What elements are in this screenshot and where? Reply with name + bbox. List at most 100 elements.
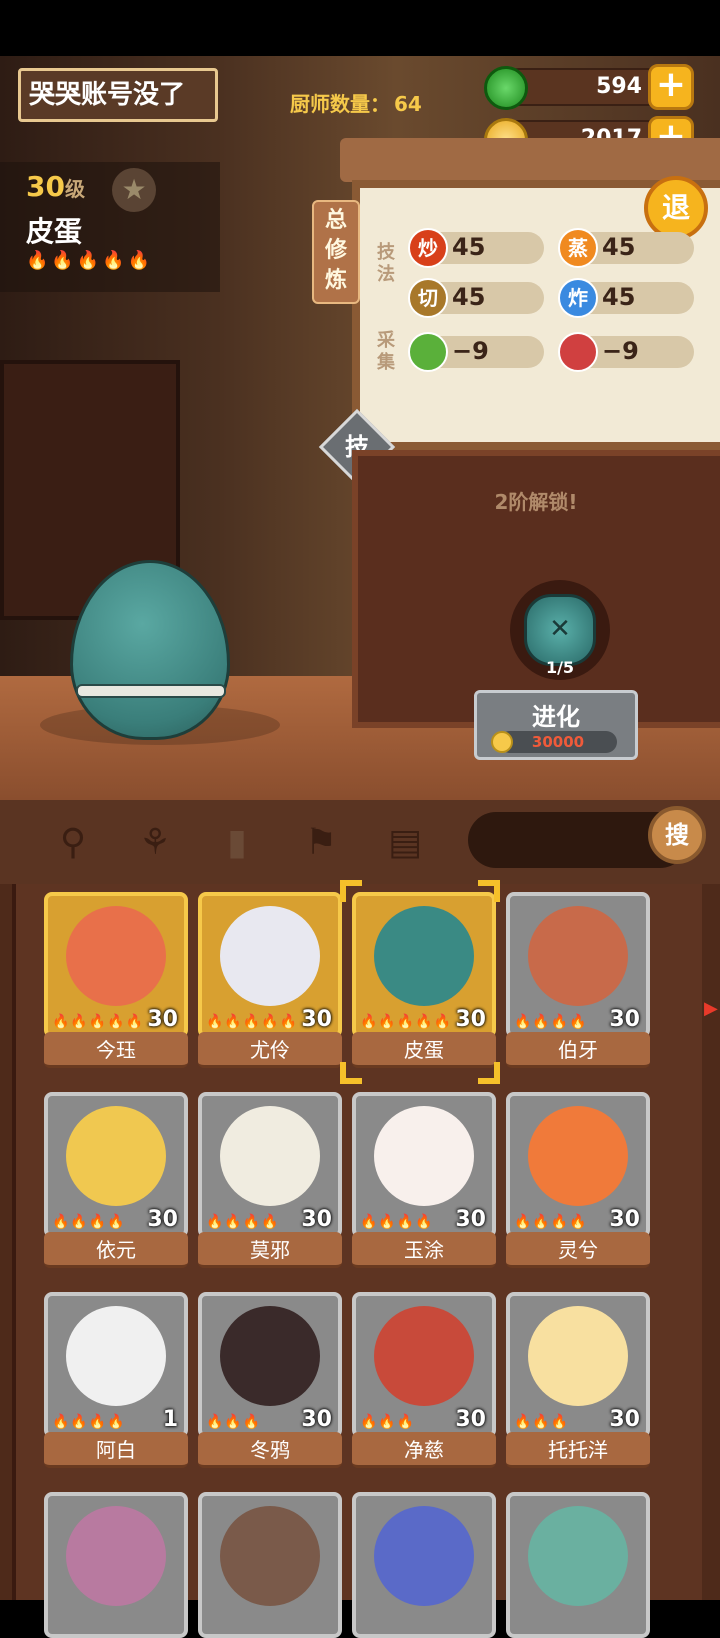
chef-card-flames: 🔥🔥🔥🔥 [206, 1214, 280, 1230]
chef-portrait [220, 1106, 320, 1206]
chef-count-value: 64 [394, 92, 422, 116]
chef-card-flames: 🔥🔥🔥🔥 [514, 1014, 588, 1030]
chef-card[interactable]: 🔥🔥🔥🔥 30 [506, 1092, 650, 1238]
gather-meat: −9 [558, 332, 694, 372]
add-jade-button[interactable]: + [648, 64, 694, 110]
deep-fry-icon: 炸 [558, 278, 598, 318]
jade-resource-bar: 594 + [484, 64, 694, 110]
chef-card-flames: 🔥🔥🔥 [360, 1414, 416, 1430]
chef-card-flames: 🔥🔥🔥🔥 [360, 1214, 434, 1230]
chef-card-flames: 🔥🔥🔥 [514, 1414, 570, 1430]
spatula-icon[interactable]: ⚘ [130, 818, 180, 868]
chef-portrait [66, 1106, 166, 1206]
coin-icon [491, 731, 513, 753]
chef-portrait [528, 1106, 628, 1206]
chef-card[interactable] [352, 1492, 496, 1638]
chef-card[interactable]: 🔥🔥🔥🔥 30 [506, 892, 650, 1038]
chef-card-level: 30 [609, 1207, 640, 1232]
chef-portrait [66, 1306, 166, 1406]
evolve-cost: 30000 [491, 731, 617, 753]
chef-rope-band [76, 684, 226, 698]
chef-card[interactable]: 🔥🔥🔥 30 [352, 1292, 496, 1438]
skill-steam: 蒸 45 [558, 228, 694, 268]
selection-corner [478, 1062, 500, 1084]
total-training-label: 总修炼 [324, 208, 347, 293]
chef-card[interactable]: 🔥🔥🔥🔥 30 [352, 1092, 496, 1238]
chef-portrait [220, 906, 320, 1006]
chef-portrait [374, 1106, 474, 1206]
evolve-label: 进化 [532, 703, 580, 731]
chef-card-level: 30 [455, 1007, 486, 1032]
chef-portrait [66, 1506, 166, 1606]
skill-stir-fry: 炒 45 [408, 228, 544, 268]
chef-card-name[interactable]: 今珏 [44, 1032, 188, 1068]
chef-level-unit: 级 [64, 177, 85, 201]
status-bar [0, 0, 720, 56]
chef-card-flames: 🔥🔥🔥 [206, 1414, 262, 1430]
map-icon[interactable]: ▤ [380, 818, 430, 868]
chef-card[interactable] [44, 1492, 188, 1638]
chef-card-name[interactable]: 依元 [44, 1232, 188, 1268]
chef-card-flames: 🔥🔥🔥🔥🔥 [360, 1014, 453, 1030]
account-name: 哭哭账号没了 [29, 80, 186, 110]
chef-card-name[interactable]: 冬鸦 [198, 1432, 342, 1468]
chef-portrait [220, 1306, 320, 1406]
jade-value: 594 [596, 74, 642, 99]
skill-value: 45 [602, 283, 636, 311]
gather-value: −9 [602, 337, 639, 365]
chef-rarity-flames: 🔥🔥🔥🔥🔥 [26, 250, 154, 271]
chef-level-value: 30 [26, 170, 65, 203]
chef-card-name[interactable]: 玉涂 [352, 1232, 496, 1268]
pot-icon[interactable]: ⚲ [48, 818, 98, 868]
chef-card[interactable] [506, 1492, 650, 1638]
jar-icon[interactable]: ▮ [212, 818, 262, 868]
chef-card[interactable]: 🔥🔥🔥 30 [506, 1292, 650, 1438]
chef-card[interactable]: 🔥🔥🔥🔥 30 [44, 1092, 188, 1238]
chef-portrait [528, 1506, 628, 1606]
location-pin-icon[interactable]: ⚑ [296, 818, 346, 868]
gather-label: 采集 [377, 330, 395, 373]
meat-icon [558, 332, 598, 372]
evolve-cost-value: 30000 [531, 733, 585, 751]
selection-corner [478, 880, 500, 902]
chef-card-name[interactable]: 阿白 [44, 1432, 188, 1468]
total-training-tab[interactable]: 总修炼 [312, 200, 360, 304]
chef-card-name[interactable]: 莫邪 [198, 1232, 342, 1268]
account-name-box[interactable]: 哭哭账号没了 [18, 68, 218, 122]
chef-portrait [528, 906, 628, 1006]
chef-card-name[interactable]: 伯牙 [506, 1032, 650, 1068]
stir-fry-icon: 炒 [408, 228, 448, 268]
steam-icon: 蒸 [558, 228, 598, 268]
chef-card[interactable]: 🔥🔥🔥🔥 30 [198, 1092, 342, 1238]
search-button[interactable]: 搜 [648, 806, 706, 864]
jade-icon [484, 66, 528, 110]
gather-vegetable: −9 [408, 332, 544, 372]
exit-button[interactable]: 退 [644, 176, 708, 240]
chef-card-level: 30 [301, 1007, 332, 1032]
chef-portrait [374, 906, 474, 1006]
scroll-rod [340, 138, 720, 182]
chef-card-name[interactable]: 尤伶 [198, 1032, 342, 1068]
chef-card-name[interactable]: 净慈 [352, 1432, 496, 1468]
skill-deep-fry: 炸 45 [558, 278, 694, 318]
chef-card-name[interactable]: 灵兮 [506, 1232, 650, 1268]
chef-card[interactable]: 🔥🔥🔥🔥🔥 30 [44, 892, 188, 1038]
chef-card-level: 30 [455, 1207, 486, 1232]
chef-card[interactable]: 🔥🔥🔥 30 [198, 1292, 342, 1438]
chef-card-level: 30 [609, 1007, 640, 1032]
chef-card[interactable] [198, 1492, 342, 1638]
evolve-button[interactable]: 进化 30000 [474, 690, 638, 760]
evolve-stone-icon[interactable]: ✕ [524, 594, 596, 666]
chef-card[interactable]: 🔥🔥🔥🔥 1 [44, 1292, 188, 1438]
skill-cut: 切 45 [408, 278, 544, 318]
skills-label: 技法 [377, 242, 395, 285]
chef-card[interactable]: 🔥🔥🔥🔥🔥 30 [198, 892, 342, 1038]
chef-portrait [374, 1506, 474, 1606]
selection-corner [340, 880, 362, 902]
chef-card-name[interactable]: 托托洋 [506, 1432, 650, 1468]
chef-card[interactable]: 🔥🔥🔥🔥🔥 30 [352, 892, 496, 1038]
favorite-star-button[interactable]: ★ [112, 168, 156, 212]
chef-card-level: 30 [301, 1407, 332, 1432]
chef-card-name[interactable]: 皮蛋 [352, 1032, 496, 1068]
chef-card-level: 30 [301, 1207, 332, 1232]
